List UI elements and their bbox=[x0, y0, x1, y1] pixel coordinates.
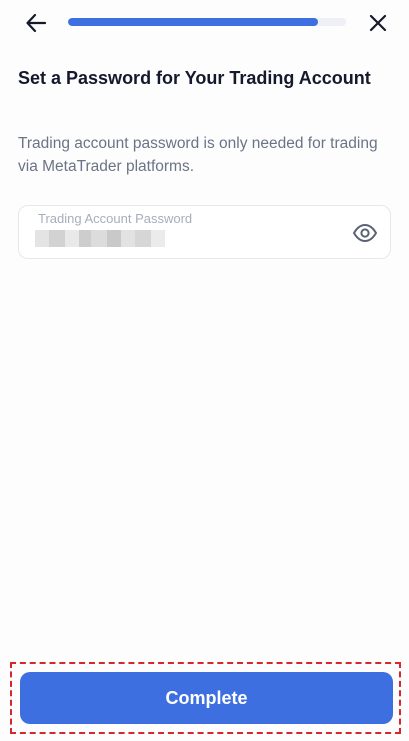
header-bar bbox=[0, 0, 409, 46]
close-button[interactable] bbox=[364, 9, 392, 37]
page-description: Trading account password is only needed … bbox=[18, 135, 378, 175]
complete-button[interactable]: Complete bbox=[20, 672, 393, 724]
progress-bar bbox=[68, 18, 346, 26]
password-field[interactable]: Trading Account Password bbox=[18, 205, 391, 259]
password-field-label: Trading Account Password bbox=[38, 211, 193, 226]
toggle-visibility-button[interactable] bbox=[351, 219, 379, 247]
set-password-screen: Set a Password for Your Trading Account … bbox=[0, 0, 409, 741]
arrow-left-icon bbox=[26, 13, 47, 33]
progress-fill bbox=[68, 18, 319, 26]
complete-button-highlight: Complete bbox=[10, 662, 401, 734]
back-button[interactable] bbox=[22, 9, 50, 37]
password-masked-value[interactable] bbox=[35, 230, 165, 247]
close-icon bbox=[369, 14, 387, 32]
eye-icon bbox=[353, 224, 377, 242]
page-title: Set a Password for Your Trading Account bbox=[18, 68, 371, 88]
